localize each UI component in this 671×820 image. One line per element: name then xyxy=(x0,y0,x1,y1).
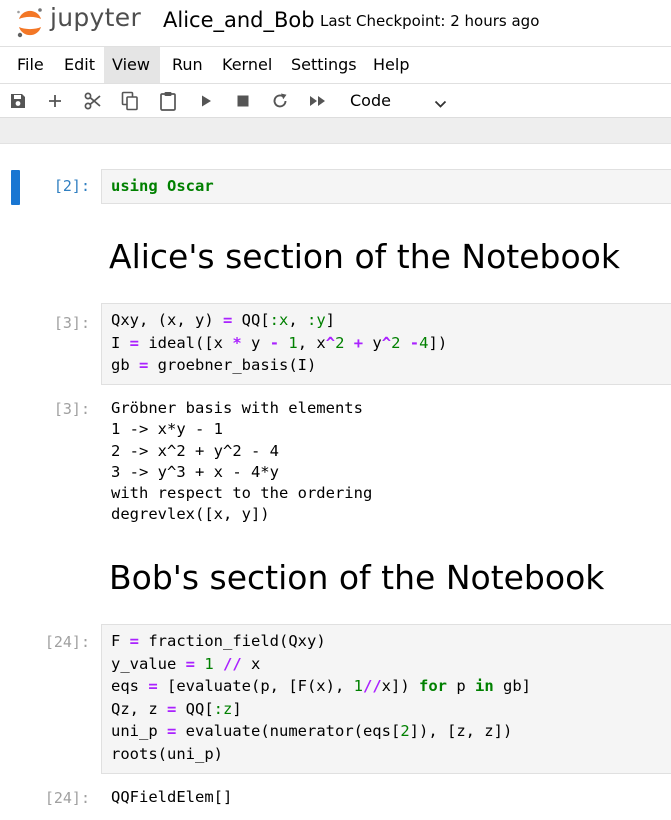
code-block: F = fraction_field(Qxy) y_value = 1 // x… xyxy=(111,632,531,763)
cell-output: QQFieldElem[] xyxy=(111,788,233,806)
menu-help[interactable]: Help xyxy=(365,47,417,83)
paste-icon[interactable] xyxy=(157,90,179,112)
menu-edit[interactable]: Edit xyxy=(56,47,103,83)
cut-icon[interactable] xyxy=(82,90,104,112)
output-prompt: [3]: xyxy=(53,400,90,418)
input-prompt: [2]: xyxy=(53,177,90,195)
last-checkpoint-label: Last Checkpoint: 2 hours ago xyxy=(320,12,540,30)
jupyter-logo-icon[interactable] xyxy=(16,6,44,40)
header-divider xyxy=(0,118,671,144)
copy-icon[interactable] xyxy=(119,90,141,112)
jupyter-logo-text[interactable]: jupyter xyxy=(50,3,141,32)
menu-settings[interactable]: Settings xyxy=(283,47,365,83)
run-icon[interactable] xyxy=(195,90,217,112)
code-line: using Oscar xyxy=(111,175,214,198)
save-icon[interactable] xyxy=(7,90,29,112)
menu-view[interactable]: View xyxy=(104,47,160,83)
input-prompt: [3]: xyxy=(53,314,90,332)
code-cell-editor[interactable]: Qxy, (x, y) = QQ[:x, :y] I = ideal([x * … xyxy=(101,303,671,385)
cell-output: Gröbner basis with elements 1 -> x*y - 1… xyxy=(111,399,373,524)
code-cell-editor[interactable]: using Oscar xyxy=(101,169,671,204)
notebook-title[interactable]: Alice_and_Bob xyxy=(163,8,315,32)
add-cell-icon[interactable] xyxy=(44,90,66,112)
restart-icon[interactable] xyxy=(269,90,291,112)
keyword: using Oscar xyxy=(111,177,214,195)
code-block: Qxy, (x, y) = QQ[:x, :y] I = ideal([x * … xyxy=(111,311,448,375)
code-cell-editor[interactable]: F = fraction_field(Qxy) y_value = 1 // x… xyxy=(101,624,671,774)
stop-icon[interactable] xyxy=(232,90,254,112)
cell-type-select[interactable]: Code xyxy=(340,88,455,114)
menu-run[interactable]: Run xyxy=(164,47,211,83)
chevron-down-icon xyxy=(434,94,447,113)
menu-kernel[interactable]: Kernel xyxy=(214,47,280,83)
fast-forward-icon[interactable] xyxy=(307,90,329,112)
markdown-heading: Bob's section of the Notebook xyxy=(109,558,605,597)
input-prompt: [24]: xyxy=(44,633,90,651)
menu-bar: File Edit View Run Kernel Settings Help xyxy=(0,46,671,84)
top-bar: jupyter Alice_and_Bob Last Checkpoint: 2… xyxy=(0,0,671,46)
menu-file[interactable]: File xyxy=(9,47,52,83)
markdown-heading: Alice's section of the Notebook xyxy=(109,237,620,276)
output-prompt: [24]: xyxy=(44,789,90,807)
cell-type-label: Code xyxy=(350,91,391,110)
notebook-toolbar: Code xyxy=(0,84,671,118)
